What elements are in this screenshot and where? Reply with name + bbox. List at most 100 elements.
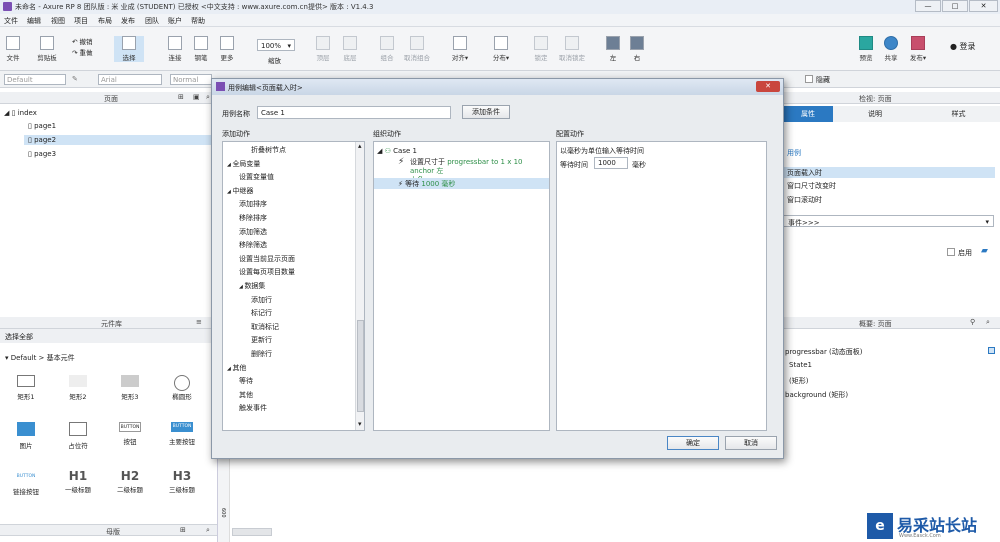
- widget-rect2[interactable]: 矩形2: [60, 375, 96, 401]
- top-layer-button[interactable]: 顶层: [314, 36, 332, 62]
- style-select[interactable]: Default: [4, 74, 66, 85]
- undo-button[interactable]: ↶ 撤销: [72, 36, 93, 46]
- menu-team[interactable]: 团队: [145, 16, 159, 26]
- search-icon[interactable]: ⌕: [206, 526, 210, 535]
- add-condition-button[interactable]: 添加条件: [462, 105, 510, 119]
- enable-checkbox[interactable]: [947, 248, 955, 256]
- page-item-index[interactable]: ◢ ▯ index: [4, 109, 37, 117]
- case-name-input[interactable]: Case 1: [257, 106, 451, 119]
- scroll-up-icon[interactable]: ▴: [358, 142, 362, 150]
- action-item[interactable]: 添加行: [251, 295, 272, 305]
- action-item[interactable]: ◢ 其他: [227, 363, 246, 373]
- widget-h2[interactable]: H2 二级标题: [112, 469, 148, 494]
- zoom-select[interactable]: 100% ▾: [257, 39, 295, 51]
- action-item[interactable]: 移除排序: [239, 213, 267, 223]
- menu-project[interactable]: 项目: [74, 16, 88, 26]
- widget-ellipse[interactable]: 椭圆形: [164, 375, 200, 401]
- action-item[interactable]: 移除筛选: [239, 240, 267, 250]
- action-item[interactable]: ◢ 中继器: [227, 186, 253, 196]
- action-item[interactable]: 折叠树节点: [251, 145, 286, 155]
- connect-button[interactable]: 连接: [166, 36, 184, 62]
- close-window-button[interactable]: ✕: [969, 0, 998, 12]
- action-item[interactable]: ◢ 数据集: [239, 281, 265, 291]
- pen-button[interactable]: 钢笔: [192, 36, 210, 62]
- login-button[interactable]: ● 登录: [950, 41, 976, 52]
- search-icon[interactable]: ⌕: [206, 93, 210, 102]
- font-select[interactable]: Arial: [98, 74, 162, 85]
- page-item-page2[interactable]: ▯ page2: [24, 135, 217, 145]
- wait-time-input[interactable]: 1000: [594, 157, 628, 169]
- action-item[interactable]: 添加筛选: [239, 227, 267, 237]
- action-item[interactable]: 删除行: [251, 349, 272, 359]
- event-item-load[interactable]: 页面载入时: [783, 167, 995, 178]
- dialog-close-button[interactable]: ✕: [756, 81, 780, 92]
- right-button[interactable]: 右: [628, 36, 646, 62]
- weight-select[interactable]: Normal: [170, 74, 212, 85]
- cancel-button[interactable]: 取消: [725, 436, 777, 450]
- outline-item-state1[interactable]: State1: [789, 361, 812, 369]
- menu-view[interactable]: 视图: [51, 16, 65, 26]
- widget-image[interactable]: 图片: [8, 422, 44, 450]
- add-folder-icon[interactable]: ▣: [193, 93, 200, 101]
- action-item[interactable]: 取消标记: [251, 322, 279, 332]
- visibility-toggle[interactable]: [988, 347, 995, 354]
- action-item[interactable]: 触发事件: [239, 403, 267, 413]
- group-button[interactable]: 组合: [378, 36, 396, 62]
- scroll-thumb[interactable]: [357, 320, 364, 412]
- widget-placeholder[interactable]: 占位符: [60, 422, 96, 450]
- widget-primary-button[interactable]: BUTTON 主要按钮: [164, 422, 200, 446]
- redo-button[interactable]: ↷ 重做: [72, 47, 93, 57]
- page-item-page3[interactable]: ▯ page3: [28, 150, 56, 158]
- select-button[interactable]: 选择: [114, 36, 144, 62]
- menu-file[interactable]: 文件: [4, 16, 18, 26]
- widget-link-button[interactable]: BUTTON 链接按钮: [8, 472, 44, 496]
- lock-button[interactable]: 锁定: [532, 36, 550, 62]
- add-master-icon[interactable]: ⊞: [180, 526, 186, 534]
- share-button[interactable]: 共享: [881, 36, 901, 62]
- collapse-icon[interactable]: ◢: [4, 109, 9, 117]
- collapse-icon[interactable]: ◢: [377, 147, 382, 155]
- more-button[interactable]: 更多: [216, 36, 238, 62]
- action-wait[interactable]: ⚡ 等待 1000 毫秒: [374, 178, 549, 189]
- action-item[interactable]: 更新行: [251, 335, 272, 345]
- file-button[interactable]: 文件: [4, 36, 22, 62]
- menu-icon[interactable]: ≡: [196, 318, 202, 326]
- outline-item-progressbar[interactable]: progressbar (动态面板): [785, 347, 863, 357]
- tab-style[interactable]: 样式: [917, 106, 1000, 122]
- bottom-layer-button[interactable]: 底层: [341, 36, 359, 62]
- unlock-button[interactable]: 取消锁定: [557, 36, 587, 62]
- library-select[interactable]: 选择全部: [0, 329, 217, 343]
- scroll-down-icon[interactable]: ▾: [358, 420, 362, 428]
- event-item-resize[interactable]: 窗口尺寸改变时: [787, 181, 836, 191]
- action-item[interactable]: 设置当前显示页面: [239, 254, 295, 264]
- clipboard-button[interactable]: 剪贴板: [36, 36, 58, 62]
- case-link[interactable]: 用例: [787, 148, 801, 158]
- outline-item-rect[interactable]: (矩形): [789, 376, 808, 386]
- menu-help[interactable]: 帮助: [191, 16, 205, 26]
- widget-button[interactable]: BUTTON 按钮: [112, 422, 148, 446]
- widget-rect3[interactable]: 矩形3: [112, 375, 148, 401]
- hidden-checkbox[interactable]: [805, 75, 813, 83]
- action-item[interactable]: 其他: [239, 390, 253, 400]
- widget-h3[interactable]: H3 三级标题: [164, 469, 200, 494]
- widget-h1[interactable]: H1 一级标题: [60, 469, 96, 494]
- action-item[interactable]: 设置变量值: [239, 172, 274, 182]
- action-item[interactable]: 设置每页项目数量: [239, 267, 295, 277]
- event-item-scroll[interactable]: 窗口滚动时: [787, 195, 822, 205]
- action-item[interactable]: 添加排序: [239, 199, 267, 209]
- menu-layout[interactable]: 布局: [98, 16, 112, 26]
- menu-edit[interactable]: 编辑: [27, 16, 41, 26]
- horizontal-scrollbar[interactable]: [232, 528, 272, 536]
- widget-rect1[interactable]: 矩形1: [8, 375, 44, 401]
- style-edit-icon[interactable]: ✎: [72, 75, 78, 83]
- vertical-scrollbar[interactable]: ▴ ▾: [355, 142, 364, 430]
- filter-icon[interactable]: ⚲: [970, 318, 975, 326]
- minimize-button[interactable]: —: [915, 0, 941, 12]
- action-item[interactable]: 等待: [239, 376, 253, 386]
- action-item[interactable]: 标记行: [251, 308, 272, 318]
- preview-button[interactable]: 预览: [856, 36, 876, 62]
- action-item[interactable]: ◢ 全局变量: [227, 159, 260, 169]
- distribute-button[interactable]: 分布▾: [491, 36, 511, 62]
- ungroup-button[interactable]: 取消组合: [402, 36, 432, 62]
- outline-item-background[interactable]: background (矩形): [785, 390, 848, 400]
